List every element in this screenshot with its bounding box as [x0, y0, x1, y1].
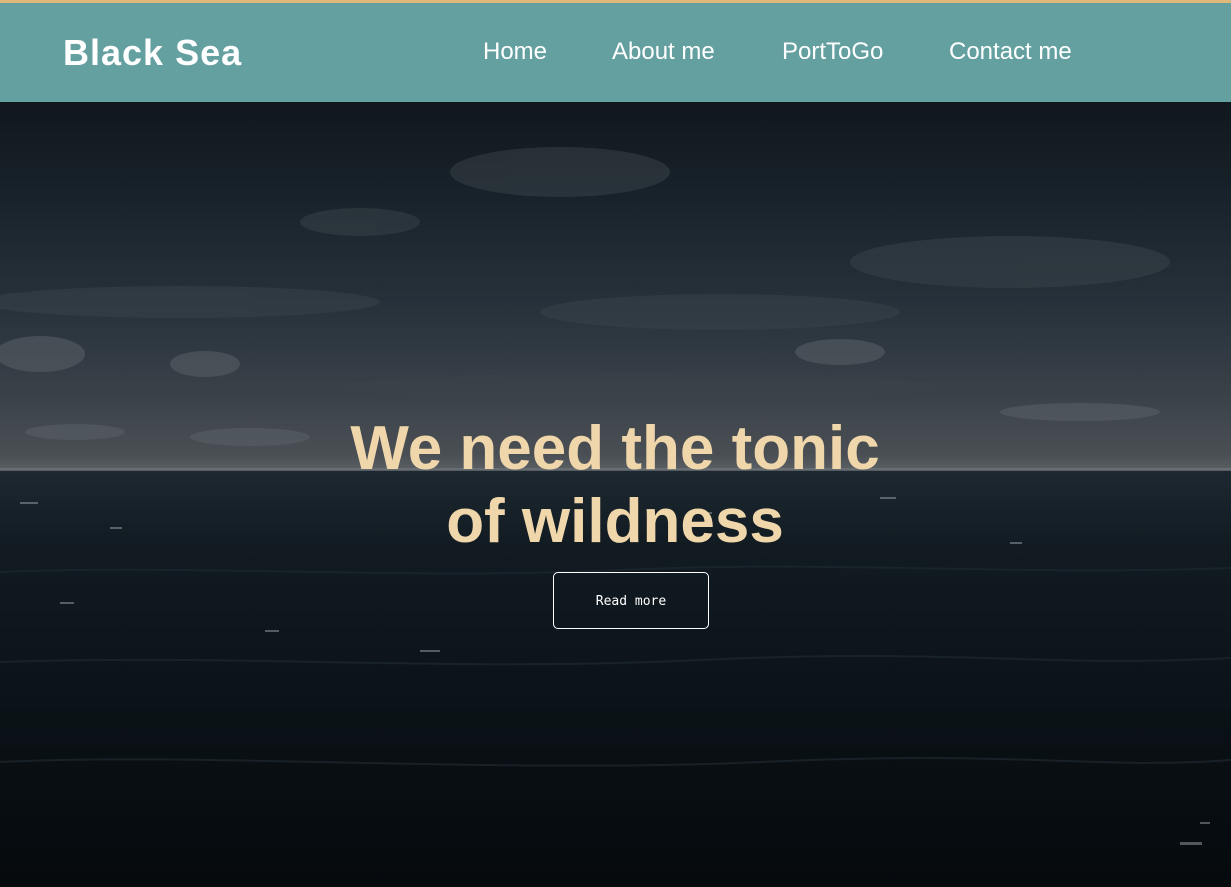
page: Black Sea Home About me PortToGo Contact…: [0, 0, 1231, 887]
brand-logo[interactable]: Black Sea: [63, 31, 242, 75]
nav-link-home[interactable]: Home: [483, 37, 547, 67]
nav-link-porttogo[interactable]: PortToGo: [782, 37, 883, 67]
nav-link-contact-me[interactable]: Contact me: [949, 37, 1072, 67]
navbar: Black Sea Home About me PortToGo Contact…: [0, 3, 1231, 102]
hero-headline-line-1: We need the tonic: [350, 414, 880, 483]
nav-link-about-me[interactable]: About me: [612, 37, 715, 67]
hero-section: We need the tonic of wildness Read more: [0, 102, 1231, 887]
read-more-button[interactable]: Read more: [553, 572, 709, 629]
hero-headline-line-2: of wildness: [446, 487, 784, 556]
hero-headline: We need the tonic of wildness: [265, 412, 965, 558]
